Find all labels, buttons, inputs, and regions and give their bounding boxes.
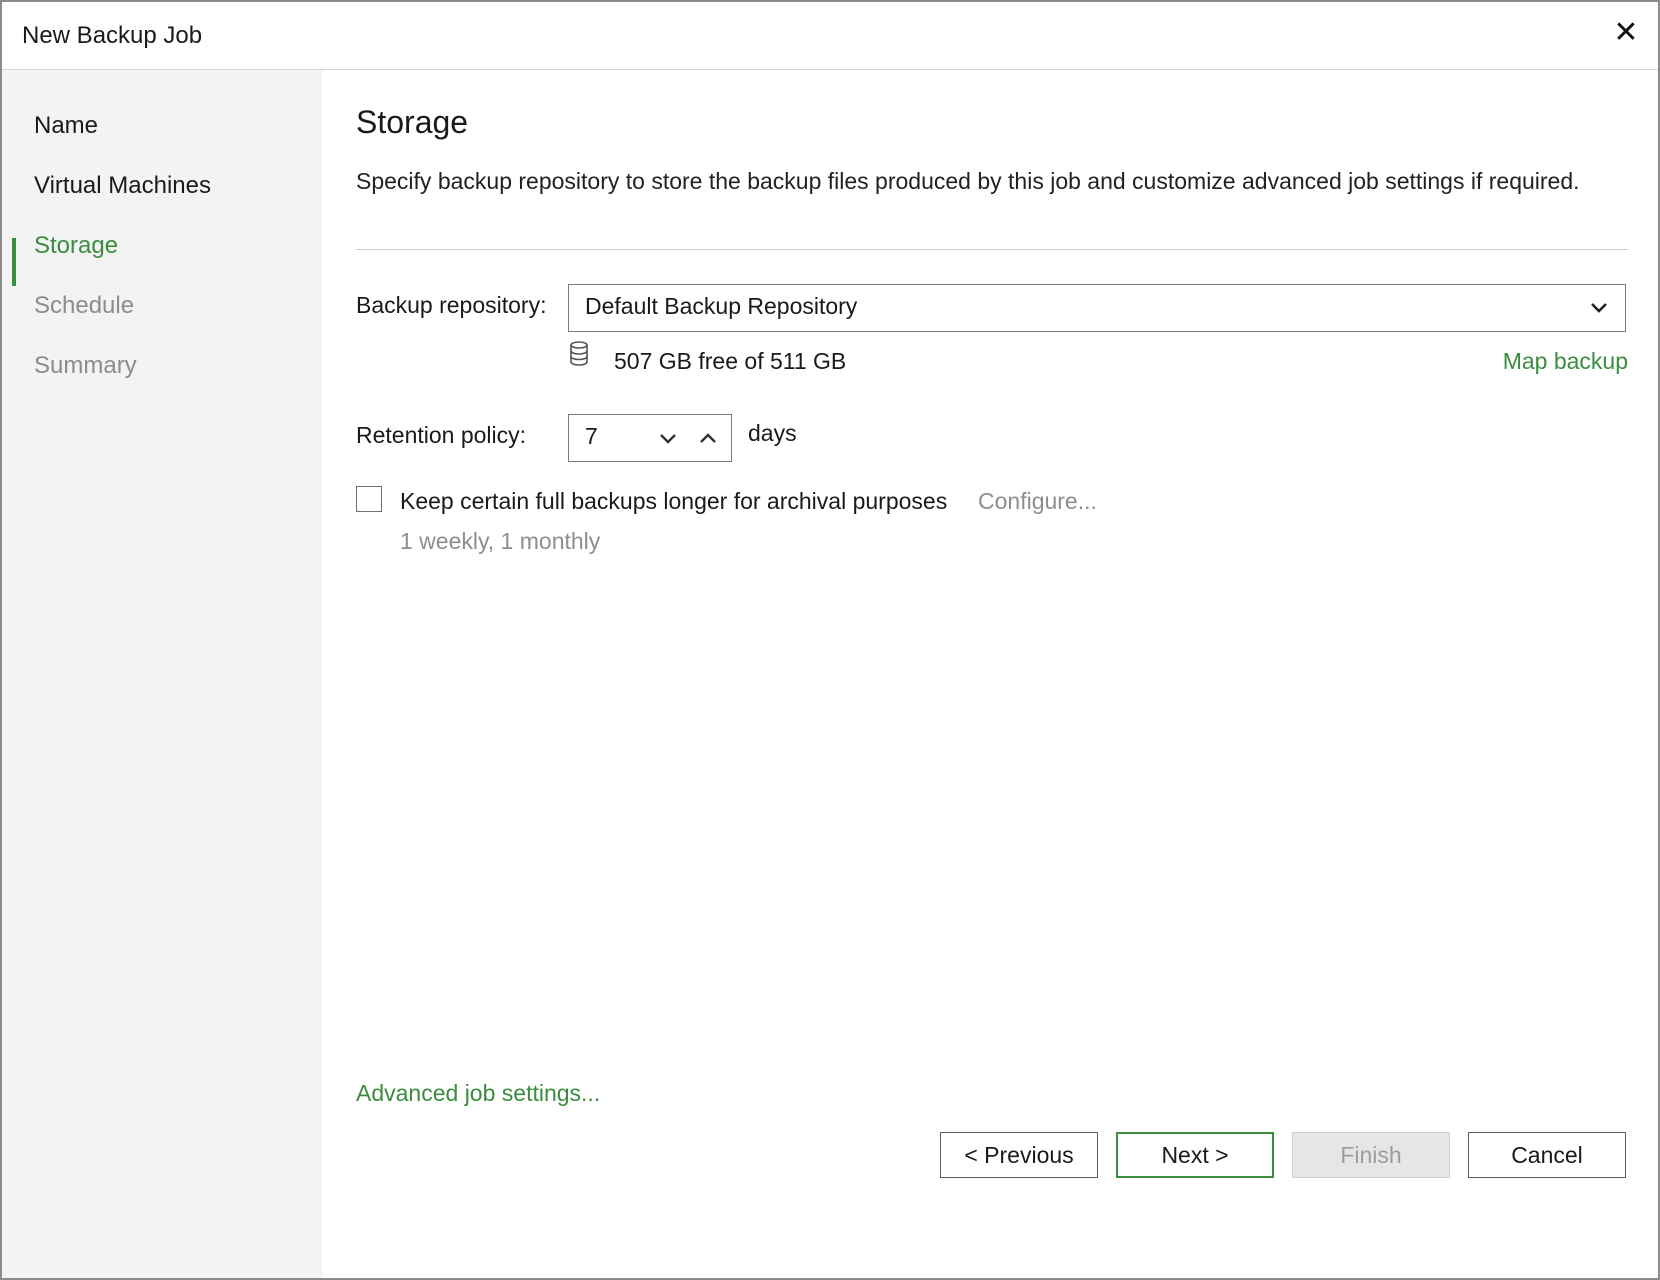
step-virtual-machines[interactable]: Virtual Machines [34,172,211,200]
page-title: Storage [356,104,469,140]
close-icon: ✕ [1613,16,1639,49]
retention-value: 7 [585,423,598,449]
retention-policy-label: Retention policy: [356,422,527,448]
page-description: Specify backup repository to store the b… [356,168,1580,194]
new-backup-job-dialog: New Backup Job ✕ Name Virtual Machines S… [0,0,1660,1280]
retention-stepper[interactable]: 7 [568,414,732,462]
repository-capacity: 507 GB free of 511 GB [614,348,847,374]
previous-button[interactable]: < Previous [940,1132,1098,1178]
configure-link[interactable]: Configure... [978,488,1097,515]
step-summary[interactable]: Summary [34,352,137,380]
title-bar: New Backup Job ✕ [2,2,1658,70]
chevron-up-icon[interactable] [695,425,721,451]
finish-button[interactable]: Finish [1292,1132,1450,1178]
cancel-button[interactable]: Cancel [1468,1132,1626,1178]
backup-repository-value: Default Backup Repository [585,293,858,319]
archival-summary: 1 weekly, 1 monthly [400,528,601,554]
next-button[interactable]: Next > [1116,1132,1274,1178]
main-content: Storage Specify backup repository to sto… [322,70,1658,1278]
retention-unit: days [748,420,797,446]
wizard-steps-sidebar: Name Virtual Machines Storage Schedule S… [2,70,322,1278]
map-backup-link[interactable]: Map backup [1503,348,1628,375]
database-icon [570,341,588,366]
archival-checkbox[interactable] [356,486,382,512]
active-step-indicator [12,238,16,286]
step-name[interactable]: Name [34,112,98,140]
archival-label[interactable]: Keep certain full backups longer for arc… [400,488,947,515]
divider [356,249,1628,250]
chevron-down-icon [1591,303,1607,313]
step-schedule[interactable]: Schedule [34,292,134,320]
chevron-down-icon[interactable] [655,425,681,451]
window-title: New Backup Job [22,22,203,49]
backup-repository-label: Backup repository: [356,292,547,318]
backup-repository-select[interactable]: Default Backup Repository [568,284,1626,332]
advanced-job-settings-link[interactable]: Advanced job settings... [356,1080,600,1107]
step-storage[interactable]: Storage [34,232,118,260]
close-button[interactable]: ✕ [1610,16,1642,50]
